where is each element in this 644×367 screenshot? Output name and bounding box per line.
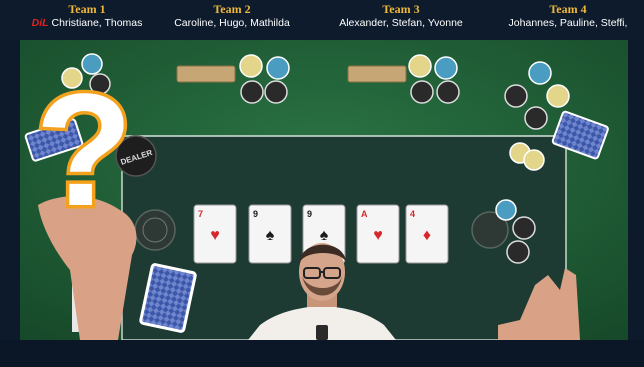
board-card-1-rank: 7: [198, 209, 203, 219]
pot-chips-left: [134, 209, 176, 251]
board-card-4: A ♥: [356, 204, 400, 264]
spade-icon: ♠: [320, 227, 329, 244]
team-4-members: Johannes, Pauline, Steffi,: [508, 17, 628, 29]
heart-icon: ♥: [373, 227, 383, 244]
poker-table-scene: DEALER 7 ♥ 9 ♠ 9 ♠ A ♥ 4 ♦ ?: [20, 40, 628, 340]
board-card-5-rank: 4: [410, 209, 415, 219]
board-card-2: 9 ♠: [248, 204, 292, 264]
bottom-bar: [0, 340, 644, 367]
card-holder-team-3: [347, 65, 407, 83]
team-2-members: Caroline, Hugo, Mathilda: [174, 17, 290, 29]
team-1: Team 1 DiL Christiane, Thomas: [22, 3, 152, 30]
board-card-5: 4 ♦: [405, 204, 449, 264]
team-3-title: Team 3: [382, 2, 420, 16]
team-3: Team 3 Alexander, Stefan, Yvonne: [326, 3, 476, 30]
heart-icon: ♥: [210, 227, 220, 244]
board-card-1: 7 ♥: [193, 204, 237, 264]
board-card-2-rank: 9: [253, 209, 258, 219]
question-mark-icon: ?: [35, 60, 133, 239]
team-2-title: Team 2: [213, 2, 251, 16]
microphone-icon: [316, 325, 328, 340]
team-4: Team 4 Johannes, Pauline, Steffi,: [496, 3, 640, 30]
diamond-icon: ♦: [423, 227, 431, 244]
question-mark-overlay: ?: [32, 57, 137, 243]
team-header: Team 1 DiL Christiane, Thomas Team 2 Caro…: [0, 0, 644, 40]
team-2: Team 2 Caroline, Hugo, Mathilda: [162, 3, 302, 30]
board-card-4-rank: A: [361, 209, 368, 219]
team-4-title: Team 4: [549, 2, 587, 16]
spade-icon: ♠: [266, 227, 275, 244]
team-1-title: Team 1: [68, 2, 106, 16]
card-holder-team-2: [176, 65, 236, 83]
team-1-badge: DiL: [31, 17, 49, 29]
team-1-members: Christiane, Thomas: [51, 17, 143, 29]
board-card-3-rank: 9: [307, 209, 312, 219]
team-3-members: Alexander, Stefan, Yvonne: [339, 17, 463, 29]
